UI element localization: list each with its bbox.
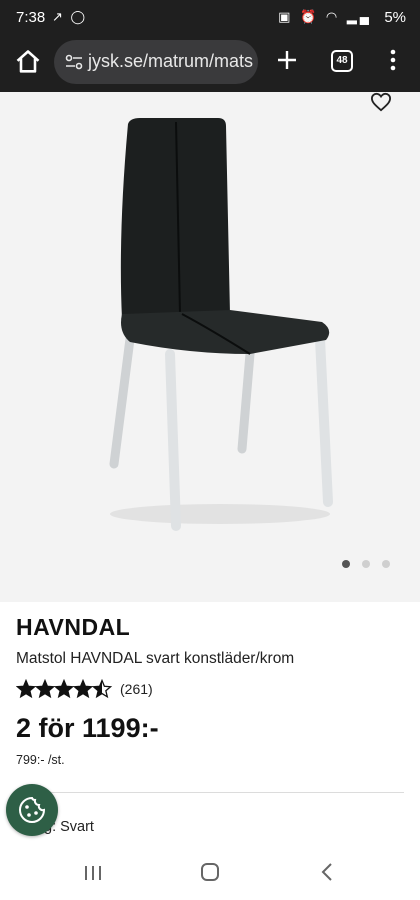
notification-icons: ↗ ◯ xyxy=(52,9,87,25)
section-divider xyxy=(16,792,404,793)
rating-star-fill xyxy=(74,680,92,697)
product-description: Matstol HAVNDAL svart konstläder/krom xyxy=(16,650,295,667)
product-image-gallery[interactable] xyxy=(0,92,420,602)
recent-apps-icon[interactable] xyxy=(82,864,104,882)
data-saver-icon: ▣ xyxy=(278,9,294,24)
rating-stars-icon xyxy=(16,679,113,699)
rating-star-fill xyxy=(55,680,73,697)
battery-level: 5% xyxy=(384,9,406,26)
alarm-icon: ⏰ xyxy=(300,9,320,24)
gallery-dot[interactable] xyxy=(382,560,390,568)
product-price: 2 för 1199:- xyxy=(16,713,159,743)
browser-toolbar: jysk.se/matrum/mats 48 xyxy=(0,34,420,92)
favorite-heart-icon[interactable] xyxy=(370,92,392,112)
site-settings-icon[interactable] xyxy=(64,52,84,72)
more-menu-icon[interactable] xyxy=(385,48,401,72)
gallery-pagination xyxy=(338,560,394,570)
gallery-dot-active[interactable] xyxy=(342,560,350,568)
address-bar[interactable]: jysk.se/matrum/mats xyxy=(54,40,258,84)
tab-count: 48 xyxy=(336,55,348,66)
back-nav-icon[interactable] xyxy=(320,862,334,882)
rating-star-fill xyxy=(17,680,35,697)
cookie-settings-button[interactable] xyxy=(6,784,58,836)
system-navigation-bar xyxy=(0,846,420,900)
rating-star-fill xyxy=(36,680,54,697)
gallery-dot[interactable] xyxy=(362,560,370,568)
home-icon[interactable] xyxy=(14,48,42,76)
status-time: 7:38 xyxy=(16,9,46,26)
cookie-icon xyxy=(19,796,46,823)
product-title: HAVNDAL xyxy=(16,614,131,640)
new-tab-icon[interactable] xyxy=(275,48,299,72)
review-count[interactable]: (261) xyxy=(120,681,153,697)
unit-price: 799:- /st. xyxy=(16,753,65,767)
cell-signal-icon: ▂▄ xyxy=(346,9,372,24)
signal-arrow-icon: ↗ xyxy=(52,9,65,24)
home-nav-icon[interactable] xyxy=(200,862,220,882)
system-icons: ▣ ⏰ ◠ ▂▄ xyxy=(278,9,372,25)
product-chair-image xyxy=(109,118,333,531)
status-bar: 7:38 ↗ ◯ ▣ ⏰ ◠ ▂▄ 5% xyxy=(0,0,420,34)
tab-switcher-button[interactable]: 48 xyxy=(331,50,353,72)
url-text[interactable]: jysk.se/matrum/mats xyxy=(88,51,253,72)
whatsapp-icon: ◯ xyxy=(70,9,88,24)
wifi-icon: ◠ xyxy=(325,9,341,24)
